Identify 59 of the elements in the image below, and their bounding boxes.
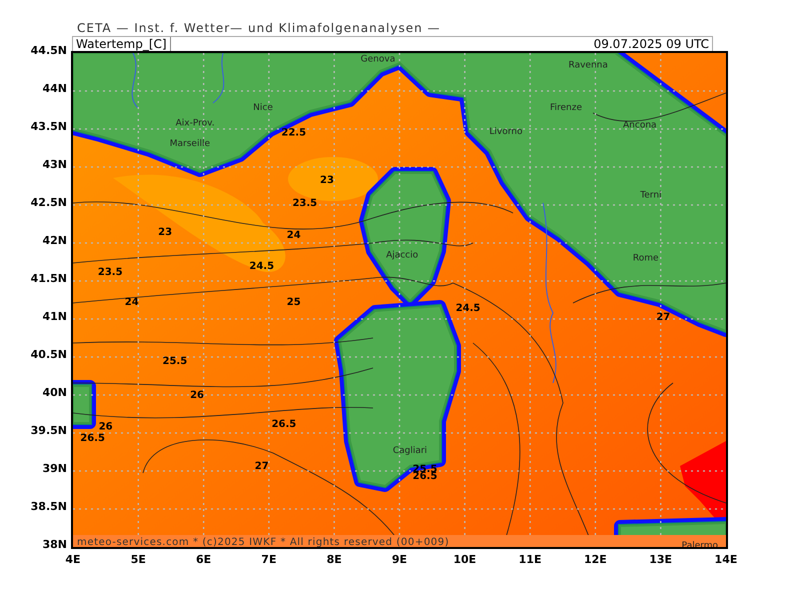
latitude-label: 39.5N xyxy=(30,424,67,438)
city-label: Marseille xyxy=(170,138,210,149)
contour-label: 26.5 xyxy=(272,419,296,430)
contour-label: 25 xyxy=(286,296,301,308)
contour-label: 23.5 xyxy=(98,267,123,278)
latitude-label: 42.5N xyxy=(30,196,67,210)
latitude-label: 38.5N xyxy=(30,500,67,514)
contour-label: 25.5 xyxy=(162,356,188,368)
city-label: Livorno xyxy=(489,126,522,137)
latitude-label: 41N xyxy=(42,310,67,324)
contour-label: 26 xyxy=(190,390,204,402)
copyright-text: meteo-services.com * (c)2025 IWKF * All rights reserved (00+009) xyxy=(77,537,450,548)
latitude-label: 41.5N xyxy=(30,272,67,286)
header-title: CETA — Inst. f. Wetter— und Klimafolgenanalysen — xyxy=(77,20,441,36)
city-label: Genova xyxy=(360,54,396,65)
longitude-label: 9E xyxy=(390,553,408,567)
contour-label: 27 xyxy=(254,460,269,472)
latitude-label: 44.5N xyxy=(30,44,67,58)
contour-label: 23 xyxy=(158,226,172,238)
city-label: Firenze xyxy=(550,103,582,114)
city-label: Rome xyxy=(632,254,659,264)
contour-label: 27 xyxy=(656,312,670,323)
contour-label: 26.5 xyxy=(80,432,105,444)
longitude-label: 6E xyxy=(195,553,212,567)
longitude-label: 14E xyxy=(714,553,738,567)
contour-label: 22.5 xyxy=(281,127,306,138)
longitude-label: 13E xyxy=(648,553,674,567)
city-label: Ajaccio xyxy=(386,250,418,261)
valid-time: 09.07.2025 09 UTC xyxy=(592,37,710,51)
contour-label: 23 xyxy=(320,175,334,186)
latitude-label: 40.5N xyxy=(30,348,67,362)
city-label: Ravenna xyxy=(568,60,608,71)
contour-label: 24.5 xyxy=(456,302,480,314)
longitude-label: 7E xyxy=(260,553,278,567)
city-label: Palermo xyxy=(682,540,718,549)
city-label: Ancona xyxy=(623,120,657,131)
longitude-label: 4E xyxy=(64,553,82,567)
longitude-label: 5E xyxy=(130,553,147,567)
field-label: Watertemp_[C] xyxy=(73,37,171,51)
latitude-label: 40N xyxy=(42,386,67,400)
contour-label: 24 xyxy=(286,230,301,241)
city-label: Cagliari xyxy=(392,446,428,456)
contour-label: 26 xyxy=(98,421,113,432)
latitude-label: 44N xyxy=(42,82,67,96)
longitude-label: 10E xyxy=(452,553,478,567)
latitude-label: 39N xyxy=(42,462,67,476)
latitude-label: 43N xyxy=(42,158,67,172)
contour-label: 23.5 xyxy=(292,198,318,209)
contour-label: 24.5 xyxy=(249,261,274,272)
longitude-label: 12E xyxy=(582,553,608,567)
city-label: Nice xyxy=(253,103,273,114)
latitude-label: 43.5N xyxy=(30,120,67,134)
latitude-label: 38N xyxy=(42,538,67,552)
contour-label: 24 xyxy=(124,296,139,308)
city-label: Aix-Prov. xyxy=(176,118,215,128)
longitude-label: 8E xyxy=(326,553,343,567)
city-label: Terni xyxy=(640,190,662,201)
longitude-label: 11E xyxy=(518,553,542,567)
latitude-label: 42N xyxy=(42,234,67,248)
